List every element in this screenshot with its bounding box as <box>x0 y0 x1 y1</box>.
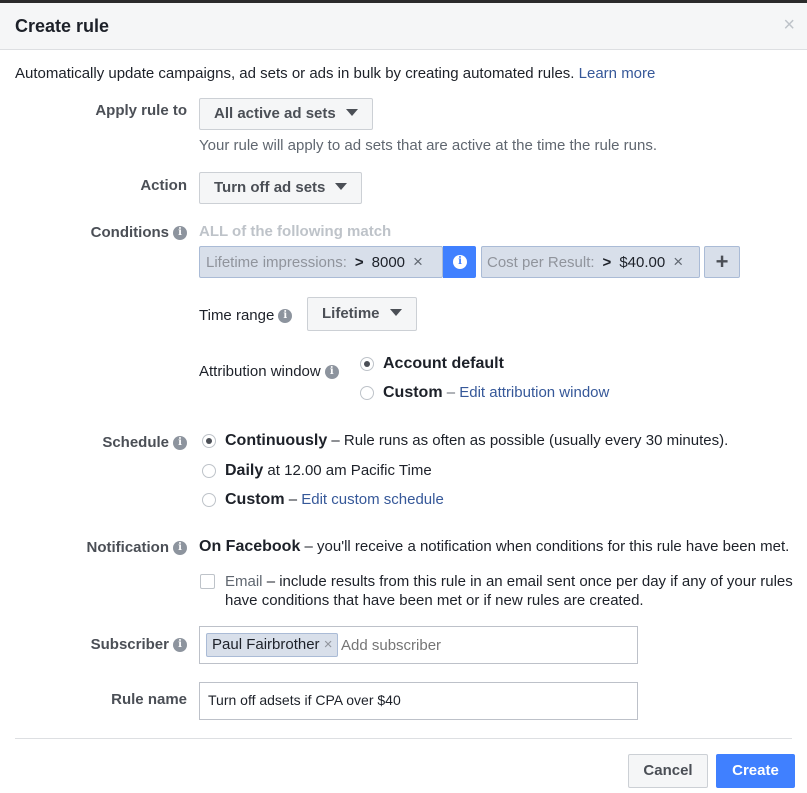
condition-operator: > <box>354 254 364 271</box>
condition-value: $40.00 <box>619 254 666 271</box>
info-icon[interactable]: i <box>173 541 187 556</box>
notification-label: Notification i <box>86 539 187 556</box>
conditions-match-text: ALL of the following match <box>199 223 392 240</box>
email-notification: Email – include results from this rule i… <box>225 572 793 610</box>
dash: – <box>331 432 340 449</box>
subscriber-label: Subscriber i <box>91 636 187 653</box>
subscriber-token: Paul Fairbrother × <box>206 633 338 657</box>
schedule-continuously-radio[interactable] <box>202 434 216 448</box>
conditions-label-text: Conditions <box>90 224 169 241</box>
action-value: Turn off ad sets <box>214 179 326 196</box>
schedule-daily-desc: at 12.00 am Pacific Time <box>267 462 432 479</box>
info-icon[interactable]: i <box>278 309 293 324</box>
dialog-header: Create rule × <box>0 3 807 50</box>
schedule-label: Schedule i <box>102 434 187 451</box>
rule-name-field[interactable]: Turn off adsets if CPA over $40 <box>199 682 638 720</box>
time-range-label-text: Time range <box>199 307 275 324</box>
learn-more-link[interactable]: Learn more <box>579 65 656 82</box>
dash: – <box>446 384 456 401</box>
email-desc-line2: have conditions that have been met or if… <box>225 592 644 609</box>
schedule-daily-label: Daily <box>225 462 264 479</box>
subscriber-label-text: Subscriber <box>90 636 169 653</box>
action-dropdown[interactable]: Turn off ad sets <box>199 172 363 204</box>
email-label: Email <box>225 573 263 590</box>
create-button[interactable]: Create <box>716 754 795 788</box>
attribution-custom-label: Custom <box>383 384 443 401</box>
schedule-label-text: Schedule <box>102 434 169 451</box>
facebook-notification-desc: – you'll receive a notification when con… <box>304 538 790 555</box>
schedule-custom-option: Custom – Edit custom schedule <box>225 491 444 509</box>
facebook-notification-label: On Facebook <box>199 538 301 555</box>
dialog-title: Create rule <box>15 16 110 36</box>
rule-name-value: Turn off adsets if CPA over $40 <box>208 692 401 708</box>
time-range-value: Lifetime <box>322 305 380 322</box>
apply-rule-helper: Your rule will apply to ad sets that are… <box>199 137 658 154</box>
action-label: Action <box>140 177 187 194</box>
plus-icon: + <box>715 249 729 274</box>
attribution-default-option: Account default <box>383 355 504 373</box>
condition-metric: Cost per Result: <box>487 254 595 271</box>
add-subscriber-input[interactable] <box>341 634 621 656</box>
apply-rule-value: All active ad sets <box>214 105 336 122</box>
remove-subscriber-icon[interactable]: × <box>324 636 333 653</box>
attribution-custom-option: Custom – Edit attribution window <box>383 384 609 402</box>
schedule-daily-radio[interactable] <box>202 464 216 478</box>
attribution-default-label: Account default <box>383 355 504 372</box>
caret-down-icon <box>389 309 402 316</box>
schedule-continuously-desc: Rule runs as often as possible (usually … <box>343 432 729 449</box>
info-icon[interactable]: i <box>173 226 187 241</box>
condition-value: 8000 <box>371 254 406 271</box>
info-icon[interactable]: i <box>173 436 187 451</box>
notification-label-text: Notification <box>86 539 170 556</box>
rule-name-label: Rule name <box>111 691 187 708</box>
caret-down-icon <box>335 183 348 190</box>
edit-attribution-window-link[interactable]: Edit attribution window <box>459 384 609 401</box>
info-icon[interactable]: i <box>324 365 339 380</box>
condition-operator: > <box>602 254 612 271</box>
schedule-continuously-label: Continuously <box>225 432 328 449</box>
remove-condition-icon[interactable]: × <box>673 252 683 271</box>
close-icon[interactable]: × <box>783 15 795 35</box>
attribution-label: Attribution window i <box>199 363 339 380</box>
apply-rule-label: Apply rule to <box>95 102 187 119</box>
schedule-custom-radio[interactable] <box>202 493 216 507</box>
attribution-label-text: Attribution window <box>199 363 321 380</box>
schedule-daily-option: Daily at 12.00 am Pacific Time <box>225 462 432 480</box>
schedule-custom-label: Custom <box>225 491 285 508</box>
condition-chip[interactable]: Cost per Result: > $40.00 × <box>481 246 700 278</box>
condition-metric: Lifetime impressions: <box>206 254 347 271</box>
subscriber-token-name: Paul Fairbrother <box>212 636 320 653</box>
email-checkbox[interactable] <box>200 574 215 589</box>
intro-description: Automatically update campaigns, ad sets … <box>15 65 575 82</box>
condition-info-button[interactable]: i <box>443 246 476 278</box>
intro-text: Automatically update campaigns, ad sets … <box>15 65 655 82</box>
info-icon: i <box>453 255 467 269</box>
cancel-button[interactable]: Cancel <box>628 754 708 788</box>
remove-condition-icon[interactable]: × <box>413 252 423 271</box>
conditions-label: Conditions i <box>91 224 187 241</box>
add-condition-button[interactable]: + <box>704 246 740 278</box>
attribution-custom-radio[interactable] <box>360 386 374 400</box>
edit-custom-schedule-link[interactable]: Edit custom schedule <box>301 491 444 508</box>
subscriber-field[interactable]: Paul Fairbrother × <box>199 626 638 664</box>
info-icon[interactable]: i <box>173 638 187 653</box>
attribution-default-radio[interactable] <box>360 357 374 371</box>
create-rule-dialog: Create rule × Automatically update campa… <box>0 3 807 793</box>
condition-chip[interactable]: Lifetime impressions: >8000 × <box>199 246 443 278</box>
facebook-notification: On Facebook – you'll receive a notificat… <box>199 538 789 556</box>
caret-down-icon <box>345 109 358 116</box>
footer-divider <box>15 738 792 739</box>
apply-rule-dropdown[interactable]: All active ad sets <box>199 98 373 130</box>
dash: – <box>288 491 298 508</box>
time-range-dropdown[interactable]: Lifetime <box>307 297 417 331</box>
email-desc-line1: – include results from this rule in an e… <box>266 573 793 590</box>
time-range-label: Time range i <box>199 307 293 324</box>
schedule-continuously-option: Continuously – Rule runs as often as pos… <box>225 432 728 450</box>
